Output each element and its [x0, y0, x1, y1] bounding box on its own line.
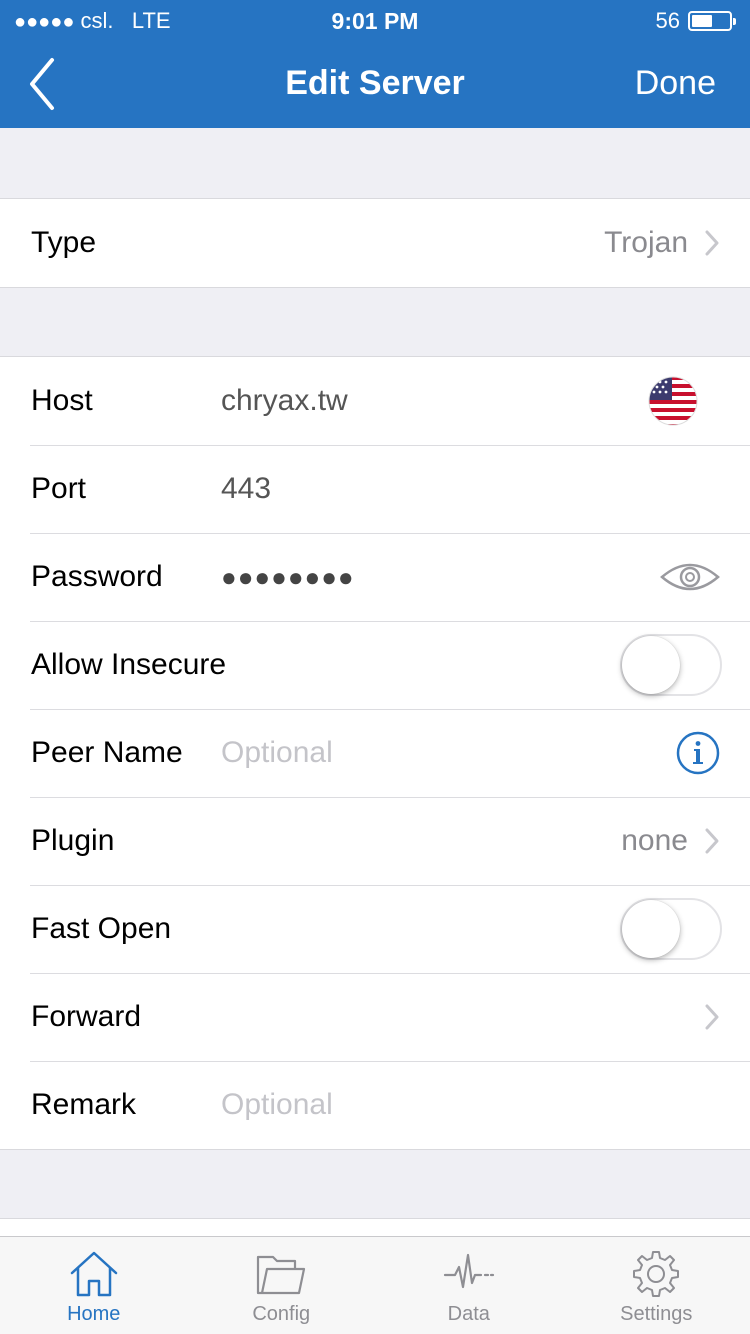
allow-insecure-toggle[interactable] [620, 634, 722, 696]
header: ●●●●● csl. LTE 9:01 PM 56 Edit Server Do… [0, 0, 750, 128]
forward-label: Forward [31, 1000, 142, 1033]
status-time: 9:01 PM [331, 8, 419, 34]
type-section: Type Trojan [0, 198, 750, 288]
peer-name-label: Peer Name [31, 736, 183, 769]
remark-input[interactable]: Optional [221, 1088, 333, 1122]
done-button[interactable]: Done [635, 64, 716, 103]
tab-settings-label: Settings [620, 1303, 693, 1325]
tab-config-label: Config [252, 1303, 311, 1325]
host-row[interactable]: Host chryax.tw [0, 357, 750, 445]
tab-bar: Home Config Data Settings [0, 1236, 750, 1334]
allow-insecure-label: Allow Insecure [31, 648, 227, 681]
us-flag-icon[interactable] [648, 376, 698, 426]
status-bar: ●●●●● csl. LTE 9:01 PM 56 [0, 6, 750, 36]
plugin-row[interactable]: Plugin none [0, 797, 750, 885]
house-icon [70, 1251, 117, 1297]
battery-indicator: 56 [655, 8, 736, 34]
pulse-icon [443, 1253, 494, 1289]
plugin-label: Plugin [31, 824, 115, 857]
password-input[interactable]: ●●●●●●●● [221, 562, 355, 593]
remark-row[interactable]: Remark Optional [0, 1061, 750, 1149]
tab-config[interactable]: Config [188, 1237, 376, 1334]
forward-row[interactable]: Forward [0, 973, 750, 1061]
peer-name-input[interactable]: Optional [221, 736, 333, 770]
chevron-right-icon [705, 230, 719, 256]
info-icon[interactable] [676, 731, 720, 775]
port-input[interactable]: 443 [221, 472, 271, 506]
type-value: Trojan [604, 226, 688, 259]
plugin-value: none [621, 824, 688, 857]
allow-insecure-row: Allow Insecure [0, 621, 750, 709]
type-label: Type [31, 226, 97, 259]
remark-label: Remark [31, 1088, 137, 1121]
port-label: Port [31, 472, 87, 505]
type-row[interactable]: Type Trojan [0, 199, 750, 287]
host-label: Host [31, 384, 93, 417]
chevron-right-icon [705, 1004, 719, 1030]
battery-icon [688, 11, 736, 31]
gear-icon [633, 1251, 680, 1297]
tab-data[interactable]: Data [375, 1237, 563, 1334]
password-row[interactable]: Password ●●●●●●●● [0, 533, 750, 621]
tab-settings[interactable]: Settings [563, 1237, 750, 1334]
tab-home-label: Home [67, 1303, 121, 1325]
tab-home[interactable]: Home [0, 1237, 188, 1334]
server-details-section: Host chryax.tw Port 443 Password ●●●●●●●… [0, 356, 750, 1150]
tab-data-label: Data [447, 1303, 490, 1325]
fast-open-toggle[interactable] [620, 898, 722, 960]
port-row[interactable]: Port 443 [0, 445, 750, 533]
host-input[interactable]: chryax.tw [221, 384, 348, 418]
folder-icon [257, 1255, 306, 1295]
password-label: Password [31, 560, 163, 593]
chevron-right-icon [705, 828, 719, 854]
peer-name-row[interactable]: Peer Name Optional [0, 709, 750, 797]
battery-level: 56 [655, 8, 680, 33]
eye-icon[interactable] [660, 559, 720, 595]
fast-open-label: Fast Open [31, 912, 172, 945]
fast-open-row: Fast Open [0, 885, 750, 973]
